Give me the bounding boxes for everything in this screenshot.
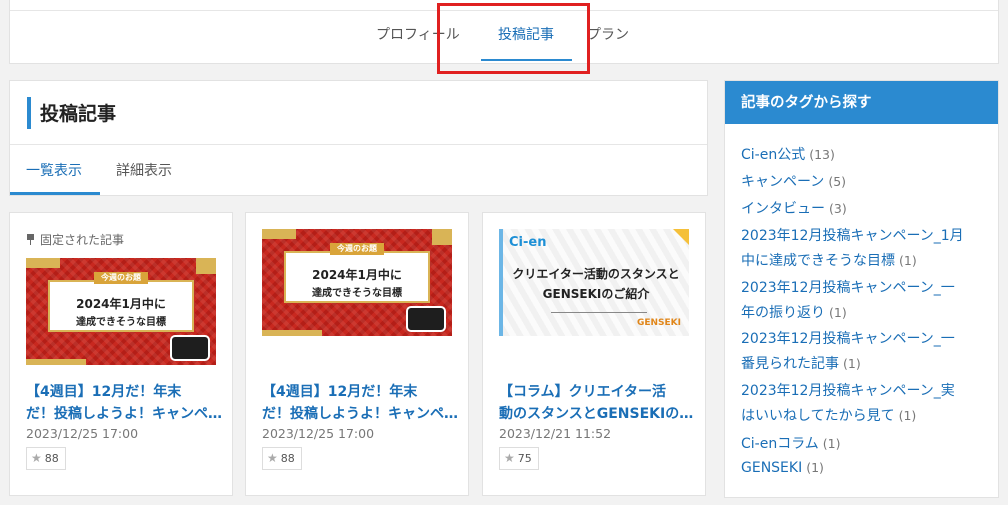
pinned-label: 固定された記事	[26, 231, 124, 248]
article-title[interactable]: 【4週目】12月だ！年末 だ！投稿しようよ！キャンペーン	[262, 381, 458, 425]
star-icon: ★	[504, 451, 515, 465]
tag-link[interactable]: キャンペーン (5)	[741, 171, 846, 191]
star-icon: ★	[31, 451, 42, 465]
section-header: 投稿記事	[10, 81, 707, 145]
tab-list-view[interactable]: 一覧表示	[26, 160, 82, 180]
tag-link[interactable]: 番見られた記事 (1)	[741, 353, 861, 373]
sidebar-title: 記事のタグから探す	[725, 81, 998, 124]
like-button[interactable]: ★ 88	[262, 447, 302, 470]
like-button[interactable]: ★ 88	[26, 447, 66, 470]
thumb-panel: 2024年1月中に 達成できそうな目標	[284, 251, 430, 303]
article-date: 2023/12/25 17:00	[262, 426, 375, 441]
tag-link[interactable]: 2023年12月投稿キャンペーン_1月	[741, 225, 964, 245]
article-thumbnail[interactable]: 2024年1月中に 達成できそうな目標 今週のお題	[262, 229, 452, 336]
active-subtab-indicator	[10, 192, 100, 195]
page-title: 投稿記事	[40, 103, 117, 125]
campaign-logo-icon	[406, 306, 446, 332]
article-date: 2023/12/21 11:52	[499, 426, 612, 441]
article-date: 2023/12/25 17:00	[26, 426, 139, 441]
view-mode-tabs: 一覧表示 詳細表示	[10, 145, 707, 196]
campaign-logo-icon	[170, 335, 210, 361]
tag-link[interactable]: 2023年12月投稿キャンペーン_実	[741, 380, 955, 400]
highlight-annotation	[437, 3, 590, 74]
section-accent-bar	[27, 97, 31, 129]
ci-en-logo: Ci-en	[509, 235, 547, 250]
article-title[interactable]: 【4週目】12月だ！年末 だ！投稿しようよ！キャンペーン	[26, 381, 222, 425]
genseki-logo: GENSEKI	[636, 318, 681, 328]
corner-decoration	[673, 229, 689, 245]
thumb-ribbon: 今週のお題	[94, 272, 148, 284]
tag-link[interactable]: 2023年12月投稿キャンペーン_一	[741, 277, 955, 297]
thumb-ribbon: 今週のお題	[330, 243, 384, 255]
article-thumbnail[interactable]: Ci-en クリエイター活動のスタンスと GENSEKIのご紹介 GENSEKI	[499, 229, 689, 336]
article-thumbnail[interactable]: 2024年1月中に 達成できそうな目標 今週のお題	[26, 258, 216, 365]
tab-detail-view[interactable]: 詳細表示	[116, 160, 172, 180]
tag-sidebar: 記事のタグから探す Ci-en公式 (13) キャンペーン (5) インタビュー (3…	[724, 80, 999, 498]
pin-icon	[26, 234, 35, 245]
tab-plans[interactable]: プラン	[587, 24, 629, 44]
tag-link[interactable]: GENSEKI (1)	[741, 460, 824, 476]
posts-section: 投稿記事 一覧表示 詳細表示	[9, 80, 708, 196]
tag-link[interactable]: はいいねしてたから見て (1)	[741, 405, 916, 425]
tag-link[interactable]: Ci-en公式 (13)	[741, 144, 835, 164]
tag-link[interactable]: 2023年12月投稿キャンペーン_一	[741, 328, 955, 348]
thumb-panel: 2024年1月中に 達成できそうな目標	[48, 280, 194, 332]
article-card[interactable]: 2024年1月中に 達成できそうな目標 今週のお題 【4週目】12月だ！年末 だ…	[245, 212, 469, 496]
article-card[interactable]: Ci-en クリエイター活動のスタンスと GENSEKIのご紹介 GENSEKI…	[482, 212, 706, 496]
tag-link[interactable]: 中に達成できそうな目標 (1)	[741, 250, 917, 270]
like-button[interactable]: ★ 75	[499, 447, 539, 470]
article-card[interactable]: 固定された記事 2024年1月中に 達成できそうな目標 今週のお題 【4週目】1…	[9, 212, 233, 496]
tag-link[interactable]: インタビュー (3)	[741, 198, 847, 218]
star-icon: ★	[267, 451, 278, 465]
tag-link[interactable]: 年の振り返り (1)	[741, 302, 847, 322]
tag-link[interactable]: Ci-enコラム (1)	[741, 433, 841, 453]
article-title[interactable]: 【コラム】クリエイター活 動のスタンスとGENSEKIのご紹介	[499, 381, 695, 425]
